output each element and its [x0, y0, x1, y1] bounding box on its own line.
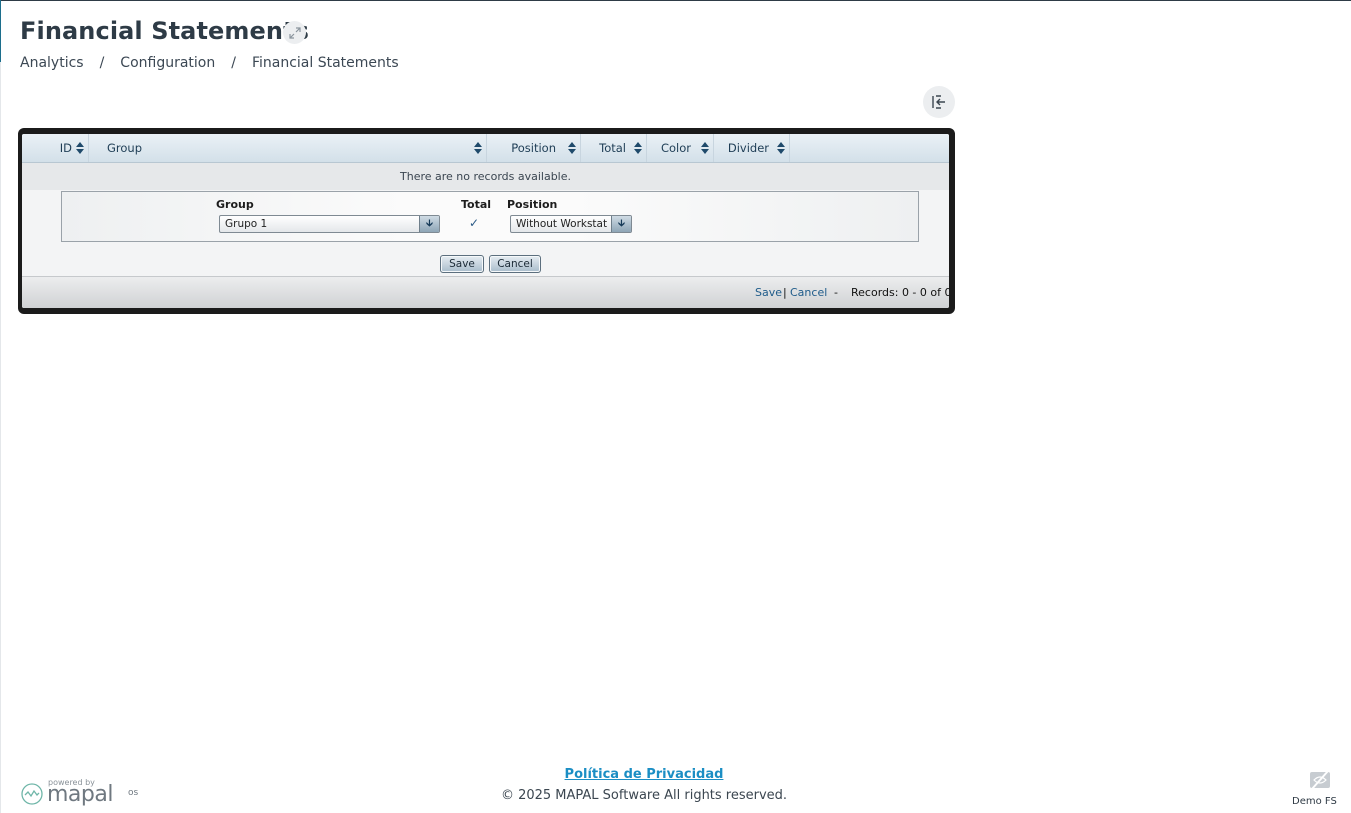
footer-dash: - — [834, 286, 838, 299]
sort-icon[interactable] — [76, 142, 84, 154]
records-count: Records: 0 - 0 of 0 — [851, 286, 949, 299]
brand-logo-text: mapal — [47, 782, 113, 807]
arrow-down-icon[interactable]: 🡳 — [419, 216, 439, 232]
column-header-color[interactable]: Color — [647, 134, 714, 162]
position-select[interactable]: Without Workstatio 🡳 — [510, 215, 632, 233]
left-border — [0, 62, 1, 813]
position-select-value: Without Workstatio — [516, 218, 608, 230]
check-icon[interactable]: ✓ — [469, 216, 479, 230]
grid-pager: Save | Cancel - Records: 0 - 0 of 0 — [22, 276, 949, 308]
footer-save-link[interactable]: Save — [755, 286, 782, 299]
breadcrumb-financial-statements[interactable]: Financial Statements — [252, 55, 399, 71]
brand-logo-suffix: os — [128, 788, 139, 798]
breadcrumb-separator: / — [99, 55, 105, 71]
column-header-total[interactable]: Total — [581, 134, 647, 162]
collapse-panel-button[interactable] — [923, 86, 955, 118]
page-title: Financial Statements — [20, 17, 310, 45]
group-label: Group — [216, 198, 254, 211]
expand-button[interactable] — [283, 21, 306, 44]
sort-icon[interactable] — [568, 142, 576, 154]
arrow-down-icon[interactable]: 🡳 — [611, 216, 631, 232]
left-accent-bar — [0, 0, 1, 62]
breadcrumb-analytics[interactable]: Analytics — [20, 55, 84, 71]
sort-icon[interactable] — [701, 142, 709, 154]
total-label: Total — [461, 198, 492, 211]
column-header-position[interactable]: Position — [487, 134, 581, 162]
breadcrumb: Analytics / Configuration / Financial Statem… — [20, 55, 399, 71]
save-button[interactable]: Save — [440, 255, 484, 273]
group-select[interactable]: Grupo 1 🡳 — [219, 215, 440, 233]
empty-message: There are no records available. — [22, 163, 949, 191]
column-label: Group — [107, 141, 143, 155]
expand-icon — [288, 26, 301, 39]
grid-header: ID Group Position Total Color Divider — [22, 134, 949, 163]
top-border — [0, 0, 1351, 1]
breadcrumb-configuration[interactable]: Configuration — [120, 55, 215, 71]
cancel-button[interactable]: Cancel — [489, 255, 541, 273]
copyright-text: © 2025 MAPAL Software All rights reserve… — [500, 788, 788, 803]
column-header-group[interactable]: Group — [89, 134, 487, 162]
column-label: Position — [511, 141, 556, 155]
privacy-policy-link[interactable]: Política de Privacidad — [0, 767, 1288, 782]
column-label: ID — [59, 141, 72, 155]
position-label: Position — [507, 198, 558, 211]
breadcrumb-separator: / — [231, 55, 236, 71]
group-select-value: Grupo 1 — [225, 218, 268, 230]
grid-inner: ID Group Position Total Color Divider Th… — [22, 134, 949, 308]
edit-form: Group Grupo 1 🡳 Total ✓ Position Without… — [61, 191, 919, 242]
column-label: Divider — [727, 141, 769, 155]
sort-icon[interactable] — [474, 142, 482, 154]
tenant-name: Demo FS — [1292, 796, 1337, 807]
exit-panel-icon — [932, 95, 945, 109]
column-label: Color — [660, 141, 691, 155]
sort-icon[interactable] — [777, 142, 785, 154]
grid-container: ID Group Position Total Color Divider Th… — [18, 128, 955, 314]
column-header-id[interactable]: ID — [22, 134, 89, 162]
footer-separator: | — [783, 286, 787, 299]
column-header-divider[interactable]: Divider — [714, 134, 790, 162]
edit-row-area: Group Grupo 1 🡳 Total ✓ Position Without… — [22, 190, 949, 276]
footer-cancel-link[interactable]: Cancel — [790, 286, 827, 299]
sort-icon[interactable] — [634, 142, 642, 154]
column-label: Total — [599, 141, 626, 155]
mapal-wave-icon — [21, 783, 43, 805]
eye-off-icon[interactable] — [1308, 769, 1332, 791]
